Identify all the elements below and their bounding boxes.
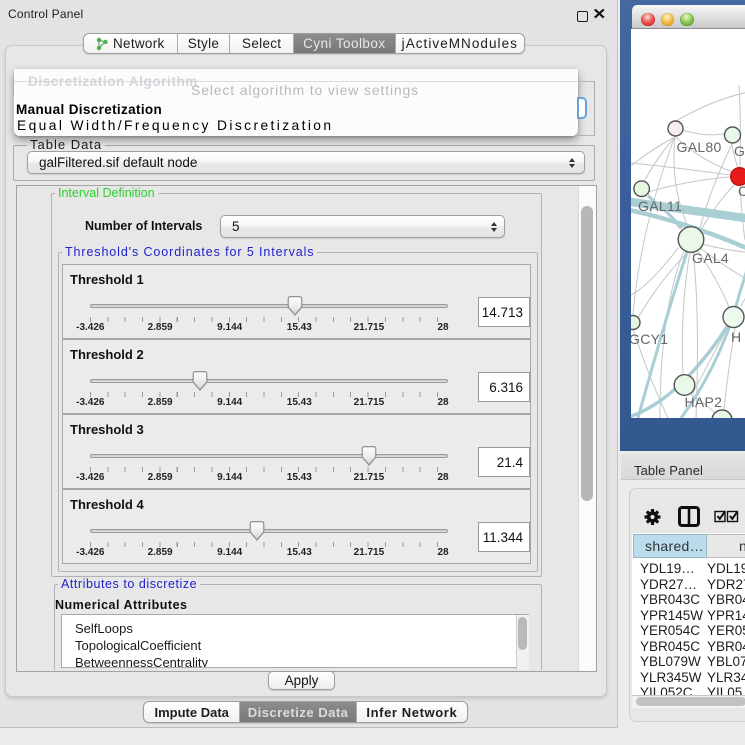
svg-text:H: H [731, 329, 741, 345]
svg-text:HAP2: HAP2 [685, 394, 723, 410]
svg-text:GAL4: GAL4 [692, 250, 729, 266]
svg-text:C: C [738, 183, 745, 199]
svg-text:GAL80: GAL80 [677, 139, 722, 155]
svg-text:GAL11: GAL11 [638, 198, 682, 214]
svg-text:GA: GA [734, 143, 745, 159]
svg-text:GCY1: GCY1 [631, 331, 668, 347]
